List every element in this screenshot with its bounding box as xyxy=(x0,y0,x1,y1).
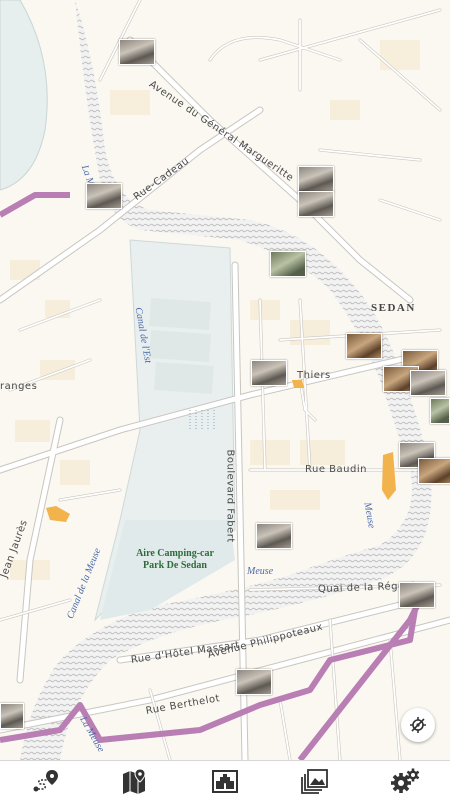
gears-icon xyxy=(391,768,420,793)
photo-marker[interactable] xyxy=(410,370,446,396)
photo-marker[interactable] xyxy=(430,398,450,424)
tab-settings[interactable] xyxy=(360,761,450,801)
street-label: Rue Baudin xyxy=(305,464,367,475)
photo-marker[interactable] xyxy=(298,191,334,217)
photo-marker[interactable] xyxy=(270,251,306,277)
tab-gallery[interactable] xyxy=(270,761,360,801)
crosshair-locate-icon xyxy=(410,717,426,733)
street-label: Boulevard Fabert xyxy=(224,449,236,543)
bottom-tab-bar xyxy=(0,760,450,801)
park-label-line: Park De Sedan xyxy=(143,560,207,571)
tab-monuments[interactable] xyxy=(180,761,270,801)
park-label-line: Aire Camping-car xyxy=(136,548,214,559)
photo-marker[interactable] xyxy=(86,183,122,209)
photo-marker[interactable] xyxy=(256,523,292,549)
town-label: SEDAN xyxy=(371,302,416,314)
photo-marker[interactable] xyxy=(346,333,382,359)
photo-marker[interactable] xyxy=(119,39,155,65)
railway-west xyxy=(0,192,70,218)
street-label: ranges xyxy=(0,381,38,392)
photo-marker[interactable] xyxy=(399,582,435,608)
locate-button[interactable] xyxy=(401,708,435,742)
orange-area-east xyxy=(382,452,396,500)
map-pin-icon xyxy=(123,768,146,794)
orange-area-west xyxy=(46,506,70,522)
lake xyxy=(0,0,48,191)
photo-marker[interactable] xyxy=(298,166,334,192)
route-icon xyxy=(33,770,58,792)
landmark-frame-icon xyxy=(212,770,238,793)
photo-marker[interactable] xyxy=(236,669,272,695)
map-view[interactable]: Avenue du Général Margueritte Rue-Cadeau… xyxy=(0,0,450,760)
tab-map[interactable] xyxy=(90,761,180,801)
photo-marker[interactable] xyxy=(251,360,287,386)
photo-marker[interactable] xyxy=(418,458,450,484)
orange-area-center xyxy=(292,380,304,388)
photo-gallery-icon xyxy=(301,769,328,794)
photo-marker[interactable] xyxy=(0,703,24,729)
street-label: Thiers xyxy=(297,370,331,381)
water-label: Meuse xyxy=(247,566,274,577)
tab-route[interactable] xyxy=(0,761,90,801)
park-label: Aire Camping-car Park De Sedan xyxy=(110,548,240,572)
